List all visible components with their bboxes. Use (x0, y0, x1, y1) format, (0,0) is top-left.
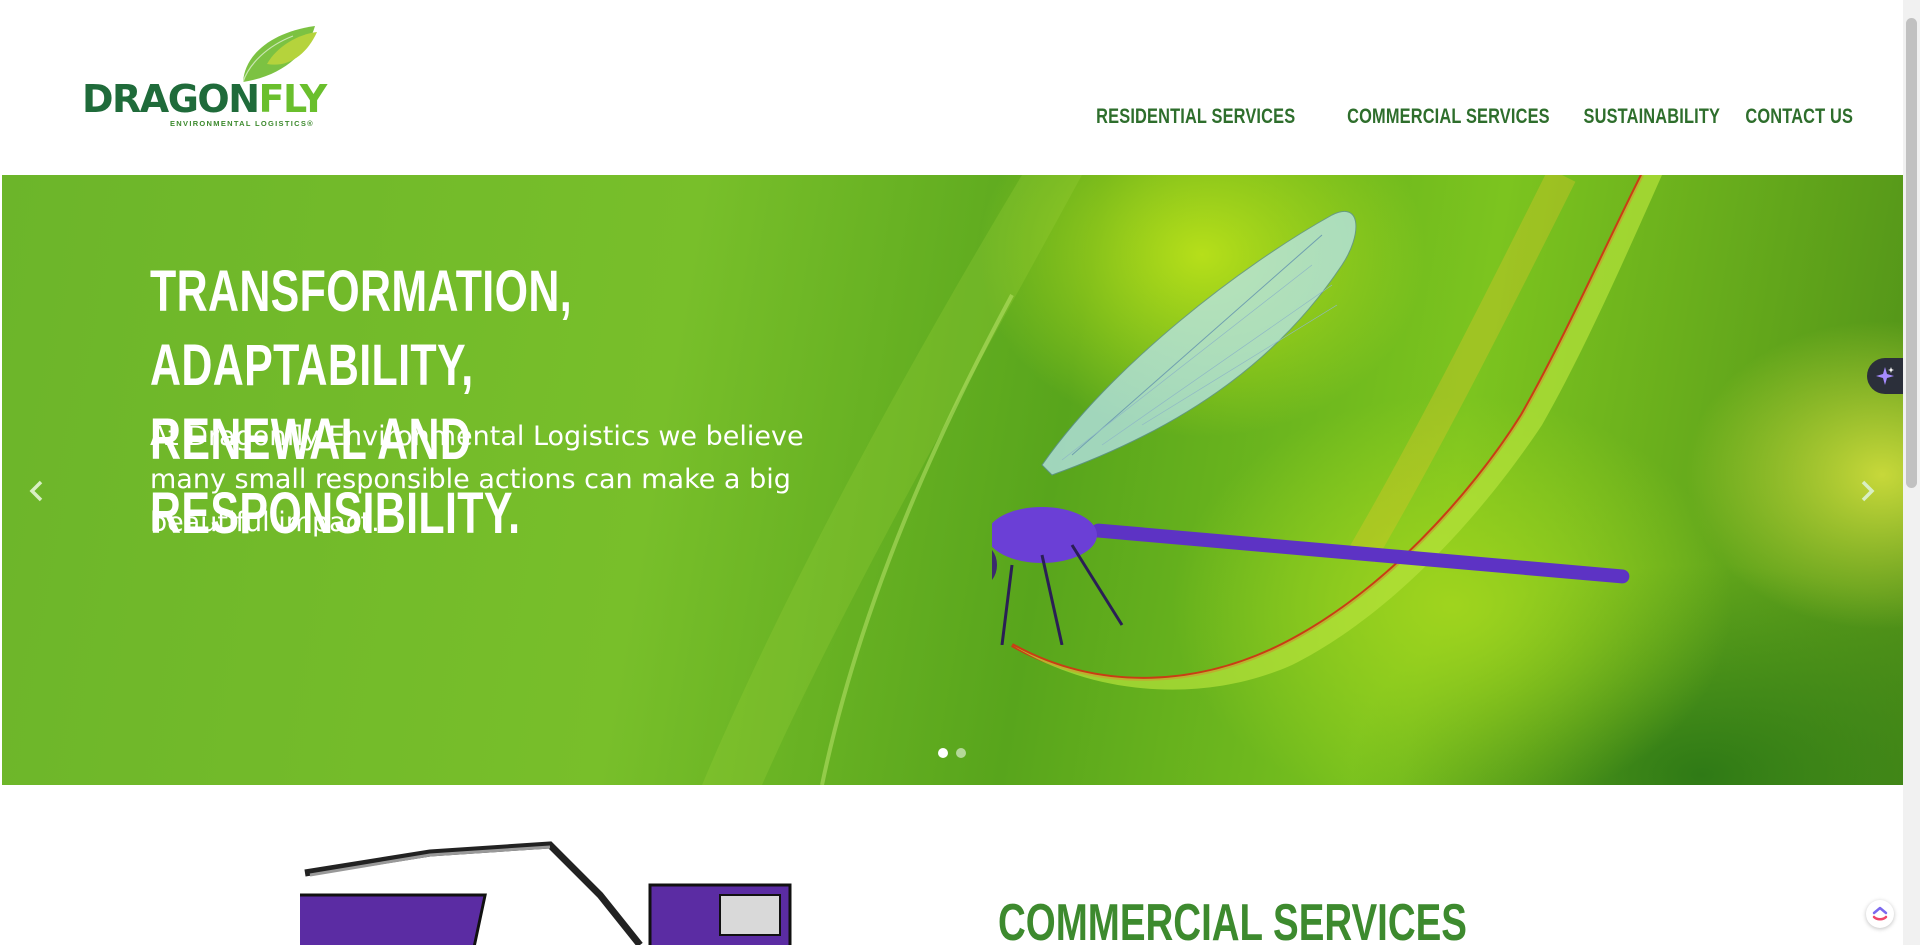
commercial-services-section: COMMERCIAL SERVICES (0, 785, 1903, 945)
carousel-dot-1[interactable] (938, 748, 948, 758)
section-title: COMMERCIAL SERVICES (998, 894, 1467, 945)
nav-contact-us[interactable]: CONTACT US (1745, 105, 1853, 129)
logo-word-fly: FLY (258, 77, 328, 121)
hero-carousel: TRANSFORMATION, ADAPTABILITY, RENEWAL AN… (2, 175, 1903, 785)
ai-assistant-button[interactable] (1867, 358, 1903, 394)
clickup-icon (1872, 906, 1888, 921)
site-header: DRAGONFLY ENVIRONMENTAL LOGISTICS® RESID… (0, 0, 1903, 175)
nav-residential-services[interactable]: RESIDENTIAL SERVICES (1096, 105, 1295, 129)
clickup-helper-button[interactable] (1866, 900, 1894, 928)
scrollbar-thumb[interactable] (1906, 18, 1917, 488)
main-nav: RESIDENTIAL SERVICES COMMERCIAL SERVICES… (1040, 105, 1853, 129)
dragonfly-image (992, 210, 1630, 645)
hero-title-line-1: TRANSFORMATION, ADAPTABILITY, (150, 259, 572, 398)
truck-illustration (300, 841, 792, 945)
carousel-indicators (938, 748, 966, 758)
hero-content: TRANSFORMATION, ADAPTABILITY, RENEWAL AN… (150, 255, 850, 551)
nav-sustainability[interactable]: SUSTAINABILITY (1583, 105, 1720, 129)
logo[interactable]: DRAGONFLY ENVIRONMENTAL LOGISTICS® (82, 24, 327, 134)
carousel-next-button[interactable] (1853, 471, 1883, 511)
chevron-right-icon (1861, 480, 1875, 502)
logo-word-dragon: DRAGON (82, 77, 260, 121)
sparkle-icon (1876, 367, 1894, 385)
logo-tagline: ENVIRONMENTAL LOGISTICS® (170, 119, 314, 128)
logo-wordmark: DRAGONFLY (82, 77, 328, 121)
carousel-dot-2[interactable] (956, 748, 966, 758)
carousel-prev-button[interactable] (21, 471, 51, 511)
chevron-left-icon (29, 480, 43, 502)
page-scrollbar[interactable] (1903, 0, 1920, 945)
nav-commercial-services[interactable]: COMMERCIAL SERVICES (1347, 105, 1550, 129)
hero-subtitle: At Dragonfly Environmental Logistics we … (150, 421, 804, 538)
